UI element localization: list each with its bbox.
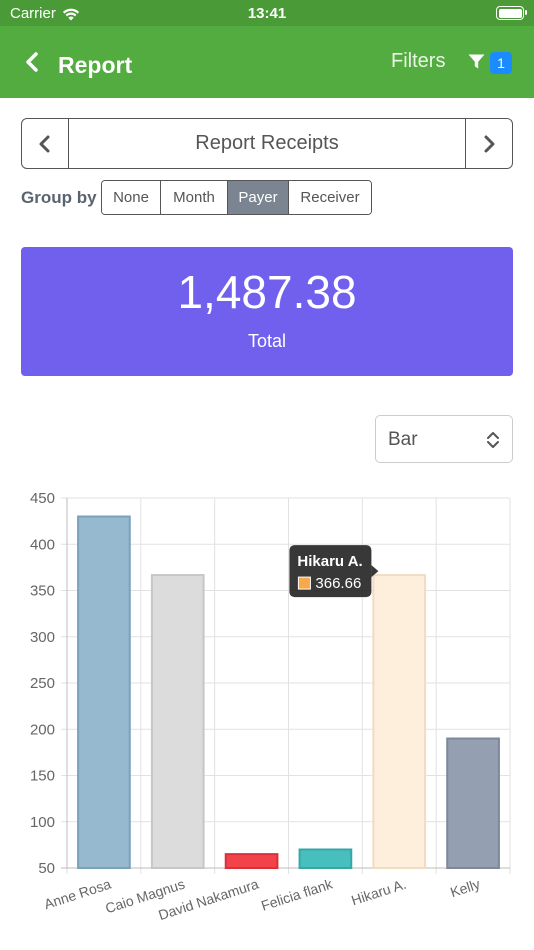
y-tick-label: 100: [30, 814, 55, 831]
y-tick-label: 350: [30, 583, 55, 600]
status-bar: Carrier 13:41: [0, 0, 534, 26]
group-by-none-button[interactable]: None: [102, 181, 161, 214]
page-title: Report: [58, 52, 133, 78]
total-card: 1,487.38 Total: [21, 247, 513, 376]
chevron-right-icon: [484, 135, 495, 152]
x-tick-label: Felicia flank: [259, 875, 335, 913]
chart-type-value: Bar: [388, 429, 418, 450]
x-tick-label: Hikaru A.: [349, 876, 408, 909]
bar-chart: 50100150200250300350400450Anne RosaCaio …: [30, 490, 511, 923]
group-by-label: Group by: [21, 188, 97, 207]
report-title: Report Receipts: [195, 132, 339, 154]
y-tick-label: 400: [30, 536, 55, 553]
bar-felicia-flank[interactable]: [298, 848, 353, 869]
y-tick-label: 200: [30, 721, 55, 738]
y-tick-label: 300: [30, 629, 55, 646]
report-pager: Report Receipts: [21, 118, 513, 169]
previous-report-button[interactable]: [22, 119, 69, 168]
total-label: Total: [247, 331, 287, 351]
up-down-chevron-icon: [487, 432, 499, 448]
back-chevron-icon[interactable]: [22, 50, 44, 74]
battery-icon: [496, 6, 527, 20]
total-value: 1,487.38: [177, 266, 357, 318]
group-by-month-button[interactable]: Month: [161, 181, 228, 214]
bar-caio-magnus[interactable]: [150, 574, 205, 869]
filters-button[interactable]: Filters: [391, 50, 445, 73]
tooltip-swatch: [297, 576, 311, 590]
tooltip-title: Hikaru A.: [297, 553, 362, 570]
tooltip-value: 366.66: [315, 575, 361, 592]
group-by-receiver-button[interactable]: Receiver: [289, 181, 371, 214]
x-tick-label: Kelly: [448, 876, 482, 901]
y-tick-label: 50: [38, 860, 55, 877]
chart-type-select[interactable]: Bar: [375, 415, 513, 463]
y-tick-label: 250: [30, 675, 55, 692]
funnel-icon[interactable]: [468, 54, 485, 70]
bar-hikaru-a-[interactable]: [372, 574, 427, 869]
chevron-left-icon: [39, 135, 50, 152]
next-report-button[interactable]: [465, 119, 512, 168]
bar-david-nakamura[interactable]: [224, 853, 279, 869]
y-tick-label: 450: [30, 490, 55, 507]
nav-bar: Report Filters 1: [0, 26, 534, 98]
filter-count-badge: 1: [490, 52, 512, 74]
group-by-payer-button[interactable]: Payer: [228, 181, 289, 214]
y-tick-label: 150: [30, 768, 55, 785]
x-tick-label: Anne Rosa: [42, 876, 113, 913]
bar-anne-rosa[interactable]: [77, 515, 131, 869]
bar-kelly[interactable]: [446, 737, 500, 869]
status-time: 13:41: [247, 5, 287, 22]
group-by-segmented-control: None Month Payer Receiver: [101, 180, 372, 215]
